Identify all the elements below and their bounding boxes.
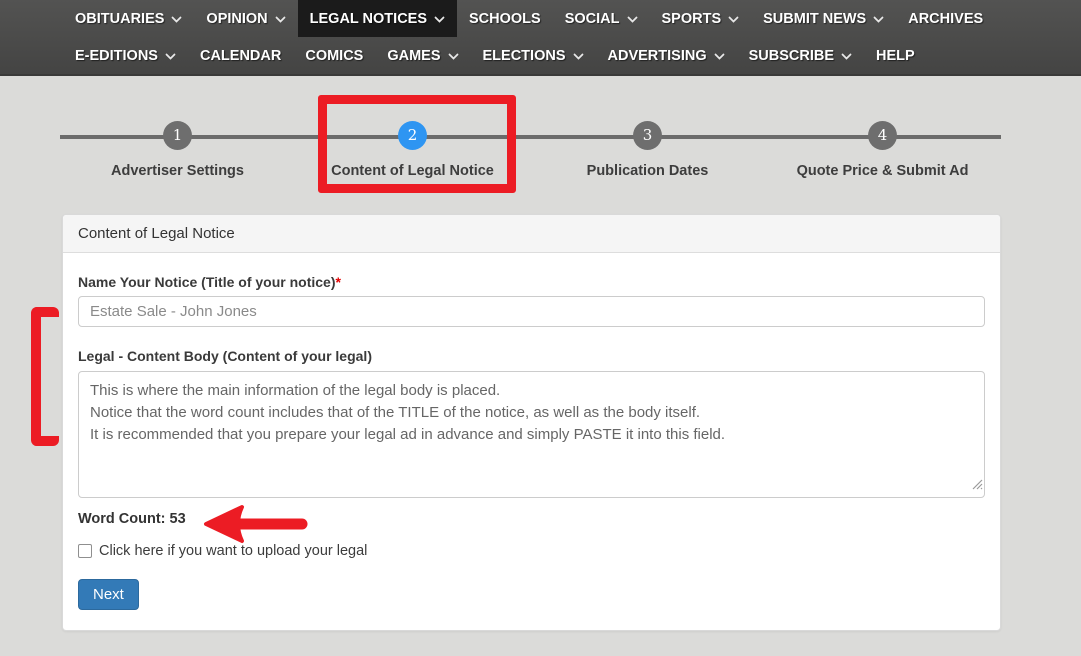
nav-item-label: ARCHIVES xyxy=(908,11,983,27)
wizard-step-1-advertiser-settings[interactable]: 1 Advertiser Settings xyxy=(60,76,295,179)
nav-item-label: HELP xyxy=(876,48,915,64)
chevron-down-icon xyxy=(434,16,445,24)
legal-body-textarea[interactable]: This is where the main information of th… xyxy=(78,371,985,498)
notice-title-input[interactable] xyxy=(78,296,985,327)
nav-item-label: OPINION xyxy=(206,11,267,27)
step-label: Advertiser Settings xyxy=(60,163,295,179)
panel-title: Content of Legal Notice xyxy=(63,215,1000,253)
annotation-bracket-form-fields xyxy=(31,307,59,446)
nav-row-1: OBITUARIES OPINION LEGAL NOTICES SCHOOLS… xyxy=(0,0,1081,37)
chevron-down-icon xyxy=(171,16,182,24)
wizard-step-2-content-of-legal-notice[interactable]: 2 Content of Legal Notice xyxy=(295,76,530,179)
nav-item-label: GAMES xyxy=(387,48,440,64)
nav-item-label: LEGAL NOTICES xyxy=(310,11,427,27)
upload-legal-checkbox-label[interactable]: Click here if you want to upload your le… xyxy=(99,543,367,559)
next-button[interactable]: Next xyxy=(78,579,139,610)
step-number-badge: 3 xyxy=(633,121,662,150)
nav-item-subscribe[interactable]: SUBSCRIBE xyxy=(737,37,864,74)
nav-item-schools[interactable]: SCHOOLS xyxy=(457,0,553,37)
step-label: Quote Price & Submit Ad xyxy=(765,163,1000,179)
step-number-badge: 2 xyxy=(398,121,427,150)
nav-item-obituaries[interactable]: OBITUARIES xyxy=(63,0,194,37)
chevron-down-icon xyxy=(627,16,638,24)
word-count: Word Count: 53 xyxy=(78,511,985,527)
step-number-badge: 4 xyxy=(868,121,897,150)
nav-item-label: SCHOOLS xyxy=(469,11,541,27)
nav-item-legal-notices[interactable]: LEGAL NOTICES xyxy=(298,0,457,37)
step-label: Publication Dates xyxy=(530,163,765,179)
nav-item-label: SPORTS xyxy=(662,11,722,27)
required-asterisk: * xyxy=(335,274,340,290)
step-label: Content of Legal Notice xyxy=(295,163,530,179)
nav-item-archives[interactable]: ARCHIVES xyxy=(896,0,995,37)
chevron-down-icon xyxy=(714,53,725,61)
nav-row-2: E-EDITIONS CALENDAR COMICS GAMES ELECTIO… xyxy=(0,37,1081,74)
nav-item-label: ELECTIONS xyxy=(483,48,566,64)
nav-item-elections[interactable]: ELECTIONS xyxy=(471,37,596,74)
wizard-step-3-publication-dates[interactable]: 3 Publication Dates xyxy=(530,76,765,179)
nav-item-label: OBITUARIES xyxy=(75,11,164,27)
chevron-down-icon xyxy=(841,53,852,61)
page: OBITUARIES OPINION LEGAL NOTICES SCHOOLS… xyxy=(0,0,1081,656)
nav-item-e-editions[interactable]: E-EDITIONS xyxy=(63,37,188,74)
notice-title-label: Name Your Notice (Title of your notice)* xyxy=(78,274,985,290)
chevron-down-icon xyxy=(873,16,884,24)
upload-legal-checkbox[interactable] xyxy=(78,544,92,558)
nav-item-label: COMICS xyxy=(305,48,363,64)
nav-item-games[interactable]: GAMES xyxy=(375,37,470,74)
chevron-down-icon xyxy=(448,53,459,61)
chevron-down-icon xyxy=(275,16,286,24)
main-navigation: OBITUARIES OPINION LEGAL NOTICES SCHOOLS… xyxy=(0,0,1081,76)
nav-item-submit-news[interactable]: SUBMIT NEWS xyxy=(751,0,896,37)
nav-item-calendar[interactable]: CALENDAR xyxy=(188,37,293,74)
nav-item-social[interactable]: SOCIAL xyxy=(553,0,650,37)
nav-item-label: E-EDITIONS xyxy=(75,48,158,64)
nav-item-advertising[interactable]: ADVERTISING xyxy=(596,37,737,74)
legal-body-textarea-wrapper: This is where the main information of th… xyxy=(78,371,985,498)
nav-item-label: SUBSCRIBE xyxy=(749,48,834,64)
notice-title-label-text: Name Your Notice (Title of your notice) xyxy=(78,274,335,290)
nav-item-comics[interactable]: COMICS xyxy=(293,37,375,74)
nav-item-label: CALENDAR xyxy=(200,48,281,64)
panel-body: Name Your Notice (Title of your notice)*… xyxy=(63,274,1000,610)
wizard-step-4-quote-price-submit-ad[interactable]: 4 Quote Price & Submit Ad xyxy=(765,76,1000,179)
upload-legal-checkbox-row: Click here if you want to upload your le… xyxy=(78,543,985,559)
nav-item-help[interactable]: HELP xyxy=(864,37,927,74)
step-number-badge: 1 xyxy=(163,121,192,150)
word-count-label: Word Count: xyxy=(78,511,166,527)
nav-item-label: ADVERTISING xyxy=(608,48,707,64)
chevron-down-icon xyxy=(165,53,176,61)
step-wizard: 1 Advertiser Settings 2 Content of Legal… xyxy=(0,76,1081,206)
chevron-down-icon xyxy=(573,53,584,61)
nav-item-sports[interactable]: SPORTS xyxy=(650,0,752,37)
chevron-down-icon xyxy=(728,16,739,24)
nav-item-label: SOCIAL xyxy=(565,11,620,27)
nav-item-opinion[interactable]: OPINION xyxy=(194,0,297,37)
legal-body-label: Legal - Content Body (Content of your le… xyxy=(78,348,985,364)
word-count-value: 53 xyxy=(170,511,186,527)
content-of-legal-notice-panel: Content of Legal Notice Name Your Notice… xyxy=(62,214,1001,631)
nav-item-label: SUBMIT NEWS xyxy=(763,11,866,27)
